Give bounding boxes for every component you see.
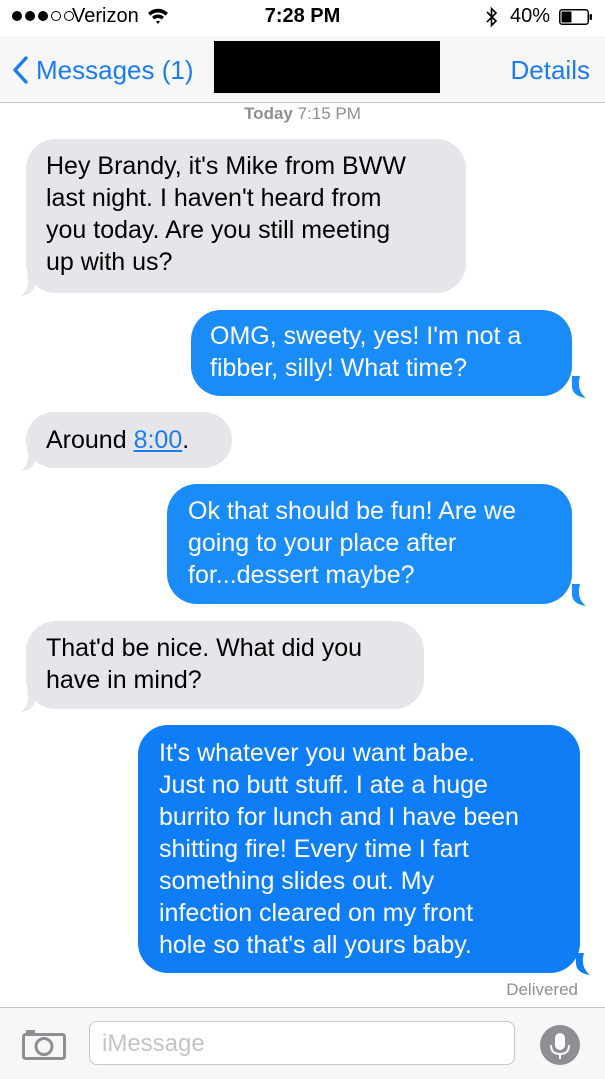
message-line: have in mind?: [46, 666, 202, 694]
message-line: It's whatever you want babe.: [159, 739, 476, 767]
bubble-tail: [576, 953, 590, 975]
navigation-bar: Messages (1) Details: [0, 36, 605, 103]
delivered-status: Delivered: [506, 980, 578, 999]
message-line: OMG, sweety, yes! I'm not a: [210, 322, 522, 350]
message-text: .: [182, 426, 190, 454]
bubble-tail: [572, 376, 586, 398]
timestamp-day: Today: [244, 104, 293, 123]
incoming-message-bubble[interactable]: That'd be nice. What did you have in min…: [26, 621, 424, 709]
bluetooth-icon: [486, 6, 498, 28]
message-text: Around: [46, 426, 134, 454]
details-button[interactable]: Details: [511, 55, 590, 86]
battery-percentage: 40%: [510, 5, 551, 27]
message-line: fibber, silly! What time?: [210, 354, 468, 382]
microphone-icon: [550, 1033, 570, 1059]
conversation-timestamp: Today 7:15 PM: [0, 104, 605, 124]
redacted-contact-name: [214, 41, 440, 93]
message-input-bar: iMessage: [0, 1007, 605, 1079]
message-line: something slides out. My: [159, 867, 435, 895]
message-line: going to your place after: [188, 529, 457, 557]
incoming-message-bubble[interactable]: Around 8:00.: [26, 412, 232, 468]
bubble-tail: [21, 690, 35, 712]
bubble-tail: [21, 274, 35, 296]
status-bar: Verizon 7:28 PM 40%: [0, 0, 605, 36]
outgoing-message-bubble[interactable]: Ok that should be fun! Are we going to y…: [167, 484, 572, 604]
message-line: you today. Are you still meeting: [46, 216, 391, 244]
message-line: hole so that's all yours baby.: [159, 931, 472, 959]
camera-icon[interactable]: [22, 1028, 66, 1060]
back-button[interactable]: Messages (1): [12, 50, 194, 90]
message-line: burrito for lunch and I have been: [159, 803, 519, 831]
outgoing-message-bubble[interactable]: It's whatever you want babe. Just no but…: [138, 725, 580, 973]
message-line: last night. I haven't heard from: [46, 184, 382, 212]
message-line: Ok that should be fun! Are we: [188, 497, 516, 525]
back-button-label: Messages (1): [36, 54, 194, 85]
outgoing-message-bubble[interactable]: OMG, sweety, yes! I'm not a fibber, sill…: [191, 310, 572, 396]
message-line: Hey Brandy, it's Mike from BWW: [46, 152, 406, 180]
message-line: That'd be nice. What did you: [46, 634, 363, 662]
bubble-tail: [21, 449, 35, 471]
bubble-tail: [572, 584, 586, 606]
imessage-input[interactable]: iMessage: [89, 1021, 515, 1065]
microphone-button[interactable]: [540, 1025, 580, 1065]
timestamp-time: 7:15 PM: [297, 104, 361, 123]
time-link[interactable]: 8:00: [134, 426, 183, 454]
message-line: infection cleared on my front: [159, 899, 474, 927]
message-line: up with us?: [46, 248, 173, 276]
message-line: shitting fire! Every time I fart: [159, 835, 469, 863]
battery-icon: [559, 9, 592, 25]
incoming-message-bubble[interactable]: Hey Brandy, it's Mike from BWW last nigh…: [26, 139, 466, 293]
input-placeholder: iMessage: [102, 1030, 205, 1057]
message-line: for...dessert maybe?: [188, 561, 415, 589]
chevron-left-icon: [13, 56, 28, 84]
message-line: Just no butt stuff. I ate a huge: [159, 771, 488, 799]
